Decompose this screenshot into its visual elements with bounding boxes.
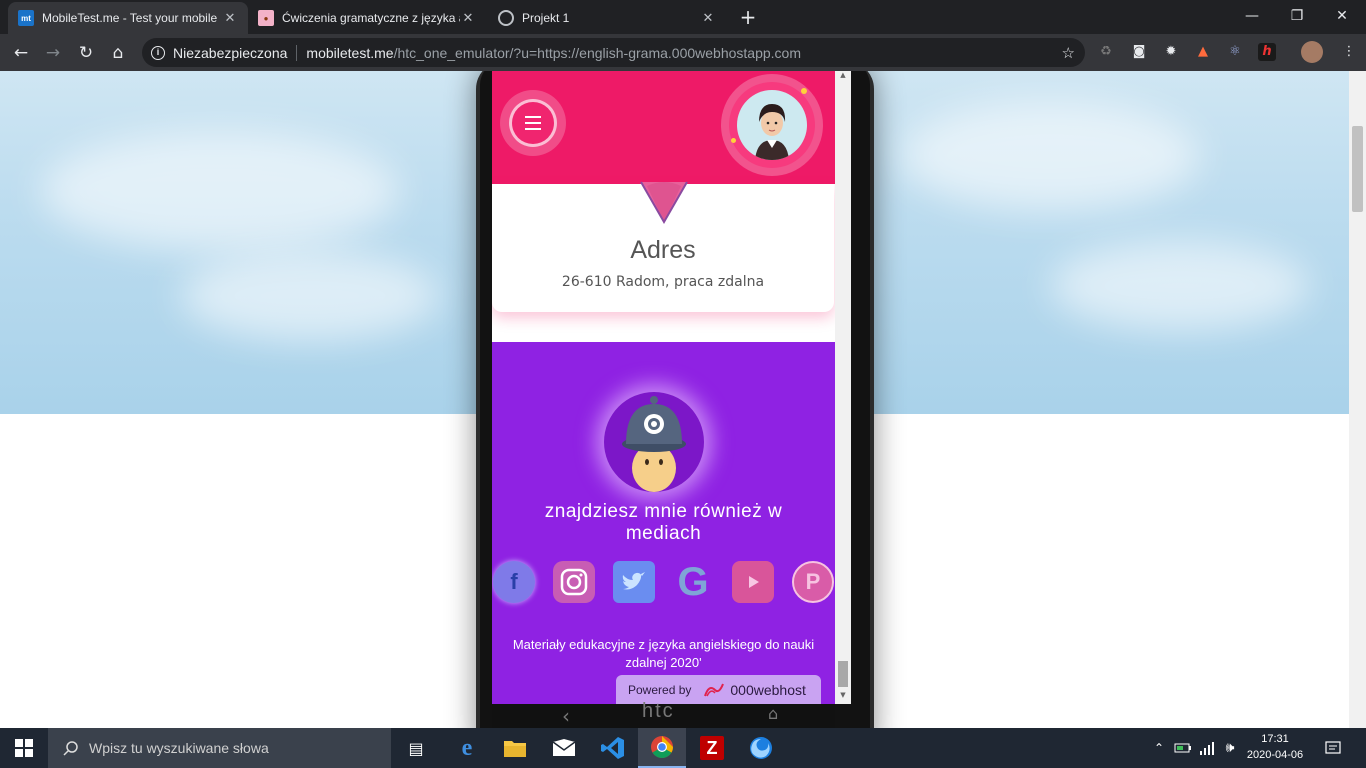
footer-text: Materiały edukacyjne z języka angielskie… [512,637,815,670]
hamburger-menu-button[interactable] [500,90,566,156]
000webhost-logo-icon [704,683,725,696]
close-window-button[interactable]: ✕ [1328,4,1356,28]
site-header [492,71,835,184]
search-icon [63,741,78,756]
edge-icon[interactable]: e [443,728,491,768]
tab-title: Projekt 1 [522,11,570,25]
page-scrollbar[interactable] [1349,71,1366,728]
restore-button[interactable]: ❐ [1283,4,1311,28]
clock-date: 2020-04-06 [1246,749,1304,761]
page-viewport: Adres 26-610 Radom, praca zdalna znajdzi… [0,71,1349,728]
address-value: 26-610 Radom, praca zdalna [561,274,765,290]
taskbar-search[interactable]: Wpisz tu wyszukiwane słowa [48,728,391,768]
home-button[interactable]: ⌂ [105,40,131,66]
phone-scrollbar[interactable]: ▲ ▼ [835,71,851,704]
media-title: znajdziesz mnie również w mediach [544,501,783,544]
firefox-icon[interactable] [737,728,785,768]
clock-time: 17:31 [1261,733,1289,745]
search-placeholder: Wpisz tu wyszukiwane słowa [89,740,269,756]
close-tab-icon[interactable]: ✕ [222,10,238,26]
info-icon[interactable]: i [151,45,165,60]
mobiletest-favicon: mt [18,10,34,26]
twitter-icon[interactable] [613,561,655,603]
filezilla-icon[interactable]: Z [688,728,736,768]
url-path: /htc_one_emulator/?u=https://english-gra… [393,44,801,61]
home-softkey-icon[interactable]: ⌂ [768,704,778,723]
media-section: znajdziesz mnie również w mediach f G P … [492,342,835,704]
cupcake-icon: ● [258,10,274,26]
file-explorer-icon[interactable] [491,728,539,768]
divider [296,44,298,61]
back-button[interactable]: ← [8,40,34,66]
tab-title: MobileTest.me - Test your mobile [42,11,218,25]
camera-extension-icon[interactable]: ◙ [1130,43,1148,61]
profile-avatar[interactable] [1301,41,1323,63]
forward-button[interactable]: → [40,40,66,66]
policeman-icon [604,392,704,492]
windows-logo-icon [15,739,33,757]
location-pin-icon [640,181,688,224]
reload-button[interactable]: ↻ [73,40,99,66]
new-tab-button[interactable]: + [738,6,758,28]
tab-cwiczenia[interactable]: ● Ćwiczenia gramatyczne z języka a ✕ [248,2,486,34]
network-icon[interactable] [1196,728,1218,768]
task-view-icon[interactable]: ▤ [392,728,440,768]
powered-brand: 000webhost [730,681,806,698]
minimize-button[interactable]: — [1238,4,1266,28]
address-heading: Adres [630,236,696,264]
start-button[interactable] [0,728,48,768]
close-tab-icon[interactable]: ✕ [460,10,476,26]
avatar-button[interactable] [721,74,823,176]
youtube-icon[interactable] [732,561,774,603]
instagram-icon[interactable] [553,561,595,603]
globe-icon [498,10,514,26]
phone-screen: Adres 26-610 Radom, praca zdalna znajdzi… [492,71,835,704]
h-extension-icon[interactable]: h [1258,43,1276,61]
phone-brand: htc [642,700,675,722]
notifications-icon[interactable] [1320,728,1346,768]
taskbar-clock[interactable]: 17:31 2020-04-06 [1240,731,1310,763]
facebook-icon[interactable]: f [493,561,535,603]
security-label[interactable]: Niezabezpieczona [173,45,287,61]
powered-label: Powered by [628,682,692,697]
bookmark-star-icon[interactable]: ☆ [1062,44,1075,62]
react-extension-icon[interactable]: ⚛ [1226,43,1244,61]
social-links: f G P [492,560,835,605]
tab-title: Ćwiczenia gramatyczne z języka a [282,11,460,25]
close-tab-icon[interactable]: ✕ [700,10,716,26]
battery-icon[interactable] [1172,728,1194,768]
teacher-avatar-icon [737,90,807,160]
tab-mobiletest[interactable]: mt MobileTest.me - Test your mobile ✕ [8,2,248,34]
gear-extension-icon[interactable]: ✹ [1162,43,1180,61]
address-bar[interactable]: i Niezabezpieczona mobiletest.me /htc_on… [142,38,1085,67]
address-card: Adres 26-610 Radom, praca zdalna [492,181,834,312]
rocket-extension-icon[interactable]: ▲ [1194,43,1212,61]
tab-strip: mt MobileTest.me - Test your mobile ✕ ● … [0,0,1366,34]
chrome-icon[interactable] [638,728,686,768]
recycle-extension-icon[interactable]: ♻ [1097,43,1115,61]
phone-softkeys: ‹ htc ⌂ [492,700,835,728]
browser-toolbar: ← → ↻ ⌂ i Niezabezpieczona mobiletest.me… [0,34,1366,71]
volume-icon[interactable]: 🕪 [1220,728,1240,768]
back-softkey-icon[interactable]: ‹ [562,704,570,728]
vscode-icon[interactable] [589,728,637,768]
tray-chevron-icon[interactable]: ⌃ [1150,728,1168,768]
google-icon[interactable]: G [672,560,714,604]
pinterest-icon[interactable]: P [792,561,834,603]
chrome-menu-icon[interactable]: ⋮ [1340,43,1358,61]
mail-icon[interactable] [540,728,588,768]
tab-projekt[interactable]: Projekt 1 ✕ [488,2,726,34]
url-host: mobiletest.me [306,44,394,61]
windows-taskbar: Wpisz tu wyszukiwane słowa ▤ e Z ⌃ 🕪 17:… [0,728,1366,768]
